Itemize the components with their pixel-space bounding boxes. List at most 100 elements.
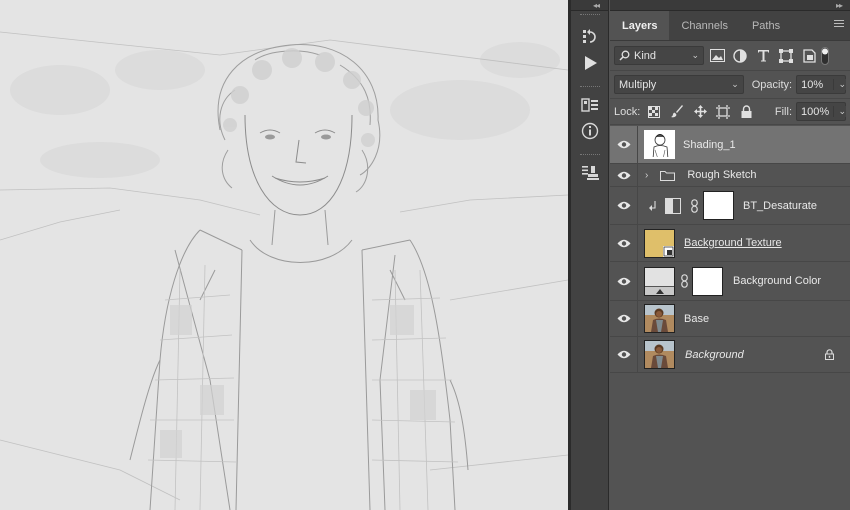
chevron-down-icon: ⌄ [691,50,699,60]
filter-smart-objects-button[interactable] [799,46,819,66]
layer-mask-thumbnail[interactable] [703,191,734,220]
opacity-value: 10% [801,78,824,91]
prevent-auto-nesting-button[interactable] [714,103,732,121]
filter-adjustment-layers-button[interactable] [730,46,750,66]
blend-mode-row: Multiply ⌄ Opacity: 10% ⌄ [610,71,850,99]
layer-row-background-color[interactable]: Background Color [610,262,850,301]
layers-list: Shading_1 › Rough Sketch BT_Desaturate B… [610,126,850,373]
layer-mask-thumbnail[interactable] [692,266,723,296]
visibility-toggle[interactable] [610,301,638,336]
visibility-toggle[interactable] [610,337,638,372]
properties-panel-button[interactable] [571,92,609,118]
triangle-icon [656,288,664,294]
layer-name[interactable]: Shading_1 [683,139,736,151]
image-icon [709,49,725,62]
layer-thumbnail[interactable] [644,130,675,159]
tab-channels[interactable]: Channels [669,11,739,40]
layer-name[interactable]: BT_Desaturate [743,200,817,212]
chain-link-icon[interactable] [689,198,699,213]
eye-icon [617,140,630,149]
eye-icon [617,277,630,285]
panel-menu-icon[interactable] [834,20,844,29]
shape-icon [779,48,793,63]
lock-image-pixels-button[interactable] [668,103,686,121]
history-panel-button[interactable] [571,24,609,50]
layer-thumbnail[interactable] [644,304,675,333]
lock-position-button[interactable] [691,103,709,121]
tab-paths[interactable]: Paths [740,11,792,40]
artboard-icon [716,104,731,119]
layer-name[interactable]: Background [685,349,744,361]
fill-label: Fill: [774,105,792,118]
eye-icon [617,350,630,359]
expand-panels-icon[interactable]: ◂◂ [593,1,600,10]
strip-header: ◂◂ [571,0,608,11]
opacity-label: Opacity: [751,78,793,91]
layer-name[interactable]: Base [684,313,709,325]
chevron-right-icon[interactable]: › [645,170,648,181]
blend-mode-dropdown[interactable]: Multiply ⌄ [614,75,744,94]
opacity-field[interactable]: 10% ⌄ [796,75,846,94]
chevron-down-icon: ⌄ [731,79,739,89]
layer-row-base[interactable]: Base [610,301,850,337]
lock-all-button[interactable] [737,103,755,121]
document-canvas[interactable] [0,0,568,510]
chevron-down-icon[interactable]: ⌄ [833,79,846,90]
toggle-icon [821,46,829,65]
filter-pixel-layers-button[interactable] [707,46,727,66]
photo-thumbnail-image [645,305,674,332]
clipping-arrow-icon [649,200,656,211]
layer-thumbnail[interactable] [644,340,675,369]
visibility-toggle[interactable] [610,187,638,224]
fill-field[interactable]: 100% ⌄ [796,102,846,121]
layer-row-background[interactable]: Background [610,337,850,373]
chain-link-icon[interactable] [679,274,689,288]
sketch-thumbnail-image [652,134,669,157]
filter-kind-dropdown[interactable]: Kind ⌄ [614,46,704,65]
photo-thumbnail-image [645,341,674,368]
fill-layer-thumbnail[interactable] [644,266,675,296]
panel-header: ▸▸ [610,0,850,11]
clone-source-icon [582,166,599,180]
filter-kind-label: Kind [634,49,657,62]
folder-icon [660,170,676,181]
layer-name[interactable]: Background Texture [684,237,782,249]
layer-name[interactable]: Rough Sketch [687,169,756,181]
actions-panel-button[interactable] [571,50,609,76]
lock-icon [825,349,834,360]
brush-icon [670,105,683,118]
filter-shape-layers-button[interactable] [776,46,796,66]
filter-toggle-switch[interactable] [820,46,830,66]
fill-value: 100% [801,105,830,118]
layer-row-bt-desaturate[interactable]: BT_Desaturate [610,187,850,225]
chevron-down-icon[interactable]: ⌄ [833,106,846,117]
layer-name[interactable]: Background Color [733,275,821,287]
strip-grip-2[interactable] [579,86,600,88]
lock-row: Lock: Fill: 100% ⌄ [610,99,850,125]
adjustment-layer-icon [665,197,681,214]
visibility-toggle[interactable] [610,262,638,300]
collapse-panel-icon[interactable]: ▸▸ [836,1,843,10]
visibility-toggle[interactable] [610,126,638,163]
layer-lock-indicator[interactable] [825,349,834,363]
move-icon [693,105,707,118]
filter-type-layers-button[interactable] [753,46,773,66]
type-icon [757,50,769,62]
strip-grip-3[interactable] [579,154,600,156]
play-icon [585,56,597,70]
smart-object-icon [802,48,816,63]
info-panel-button[interactable] [571,118,609,144]
strip-grip[interactable] [579,14,600,16]
tab-layers[interactable]: Layers [610,11,670,40]
lock-transparent-pixels-button[interactable] [645,103,663,121]
visibility-toggle[interactable] [610,164,638,186]
visibility-toggle[interactable] [610,225,638,261]
half-circle-icon [733,48,747,63]
layer-row-shading[interactable]: Shading_1 [610,126,850,164]
layer-thumbnail[interactable] [644,228,675,258]
layer-row-background-texture[interactable]: Background Texture [610,225,850,262]
clone-source-panel-button[interactable] [571,160,609,186]
layer-filter-row: Kind ⌄ [610,41,850,71]
layer-row-rough-sketch[interactable]: › Rough Sketch [610,164,850,187]
eye-icon [617,201,630,210]
